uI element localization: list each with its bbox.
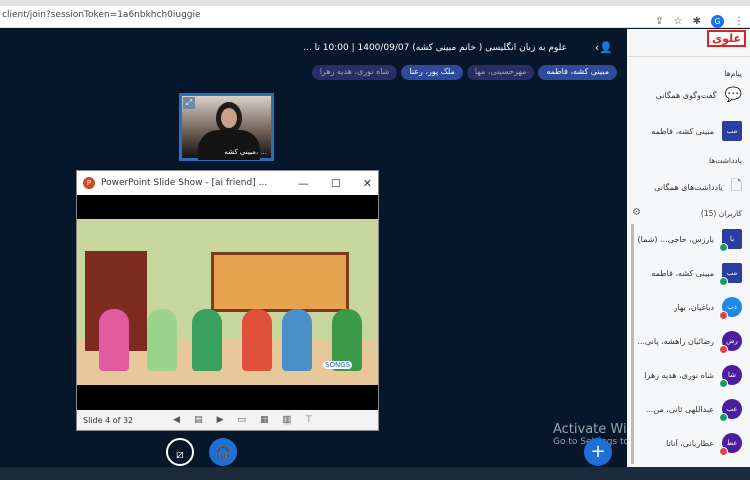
fullscreen-icon[interactable]: ⤢: [183, 97, 195, 109]
slide-image: SONGS: [77, 219, 378, 385]
powerpoint-titlebar[interactable]: P PowerPoint Slide Show - [ai friend] ..…: [77, 171, 378, 195]
avatar: مب: [722, 121, 742, 141]
avatar: رض: [719, 331, 742, 354]
user-name: دباغیان، بهار: [673, 302, 714, 312]
user-list-item[interactable]: عب عبداللهی ثانی، من...: [632, 399, 742, 422]
menu-icon[interactable]: ⋮: [734, 16, 744, 27]
user-name: عطاریانی، آناتا: [666, 438, 714, 448]
slide-watermark: SONGS: [323, 361, 353, 369]
users-heading: کاربران (15): [700, 209, 742, 218]
notes-heading: یادداشت‌ها: [708, 156, 742, 165]
user-list-item[interactable]: دب دباغیان، بهار: [632, 297, 742, 320]
user-name: بارزس، حاجی... (شما): [637, 234, 714, 244]
notes-icon: 🗋: [730, 178, 742, 194]
user-name: مبینی کشه، فاطمه: [651, 268, 714, 278]
muted-mic-icon: [719, 447, 728, 456]
webcam-label: مبینی کشه، ...: [224, 148, 267, 156]
minimize-button[interactable]: —: [298, 177, 309, 190]
avatar: شا: [719, 365, 742, 388]
user-name: شاه نوری، هدیه زهرا: [644, 370, 714, 380]
avatar: عب: [719, 399, 742, 422]
headphones-icon: 🎧: [215, 445, 231, 459]
speaker-chip: مبینی کشه، فاطمه: [538, 65, 617, 80]
logo: علوی: [707, 30, 746, 47]
star-icon[interactable]: ☆: [674, 16, 683, 27]
url-text[interactable]: client/join?sessionToken=1a6nbkhch0iuggi…: [2, 10, 201, 20]
sidebar: علوی پیام‌ها 💬 گفت‌وگوی همگانی مب مبینی کش…: [627, 29, 750, 467]
extensions-icon[interactable]: ✱: [693, 16, 701, 27]
slideshow-icon[interactable]: ⊤: [305, 415, 313, 425]
mic-icon: [719, 243, 728, 252]
muted-mic-icon: [719, 345, 728, 354]
messages-heading: پیام‌ها: [724, 69, 742, 78]
mic-icon: [719, 379, 728, 388]
reading-view-icon[interactable]: ▥: [282, 415, 292, 425]
slide-sorter-icon[interactable]: ▦: [260, 415, 269, 425]
user-name: رضائیان راهشه، پانی...: [637, 336, 714, 346]
user-list-toggle-icon[interactable]: ‹👤: [595, 41, 613, 54]
meeting-title: علوم به زبان انگلیسی ( خانم مبینی کشه) 1…: [303, 43, 567, 53]
public-notes-item[interactable]: 🗋 یادداشت‌های همگانی: [632, 175, 742, 199]
user-list-item[interactable]: شا شاه نوری، هدیه زهرا: [632, 365, 742, 388]
camera-share-button[interactable]: ⧄: [166, 438, 194, 466]
webcam-video[interactable]: ⤢ مبینی کشه، ...: [179, 93, 274, 161]
close-button[interactable]: ✕: [363, 177, 372, 190]
window-title: PowerPoint Slide Show - [ai friend] ...: [101, 178, 268, 188]
settings-gear-icon[interactable]: ⚙: [632, 207, 641, 218]
muted-mic-icon: [719, 311, 728, 320]
actions-plus-button[interactable]: +: [584, 438, 612, 466]
talking-indicators: مبینی کشه، فاطمه مهرحسینی، مها ملک پور، …: [311, 65, 617, 80]
speaker-chip: مهرحسینی، مها: [466, 65, 535, 80]
speaker-chip: شاه نوری، هدیه زهرا: [311, 65, 398, 80]
user-list-item[interactable]: مب مبینی کشه، فاطمه: [632, 263, 742, 286]
private-chat-item[interactable]: مب مبینی کشه، فاطمه: [632, 121, 742, 141]
maximize-button[interactable]: ☐: [331, 177, 341, 190]
address-bar[interactable]: client/join?sessionToken=1a6nbkhch0iuggi…: [0, 6, 750, 28]
audio-button[interactable]: 🎧: [209, 438, 237, 466]
avatar: با: [719, 229, 742, 252]
powerpoint-icon: P: [83, 177, 95, 189]
speaker-chip: ملک پور، رعنا: [401, 65, 463, 80]
previous-slide-icon[interactable]: ◀: [173, 415, 180, 425]
avatar: مب: [719, 263, 742, 286]
powerpoint-window[interactable]: P PowerPoint Slide Show - [ai friend] ..…: [76, 170, 379, 431]
next-slide-icon[interactable]: ▶: [217, 415, 224, 425]
video-off-icon: ⧄: [176, 447, 184, 461]
public-chat-item[interactable]: 💬 گفت‌وگوی همگانی: [632, 87, 742, 103]
user-list-item[interactable]: با بارزس، حاجی... (شما): [632, 229, 742, 252]
slide-status: Slide 4 of 32: [83, 415, 134, 425]
user-name: عبداللهی ثانی، من...: [645, 404, 714, 414]
avatar: دب: [719, 297, 742, 320]
profile-avatar[interactable]: G: [711, 15, 724, 28]
avatar: عط: [719, 433, 742, 456]
normal-view-icon[interactable]: ▭: [238, 415, 247, 425]
windows-taskbar: [0, 467, 750, 480]
user-list-item[interactable]: عط عطاریانی، آناتا: [632, 433, 742, 456]
user-list-item[interactable]: رض رضائیان راهشه، پانی...: [632, 331, 742, 354]
slideshow-toolbar: Slide 4 of 32 ◀ ▤ ▶ ▭ ▦ ▥ ⊤: [77, 410, 378, 430]
chat-bubbles-icon: 💬: [724, 87, 742, 103]
mic-icon: [719, 277, 728, 286]
notes-icon[interactable]: ▤: [194, 415, 203, 425]
mic-icon: [719, 413, 728, 422]
share-icon[interactable]: ⇪: [655, 16, 663, 27]
